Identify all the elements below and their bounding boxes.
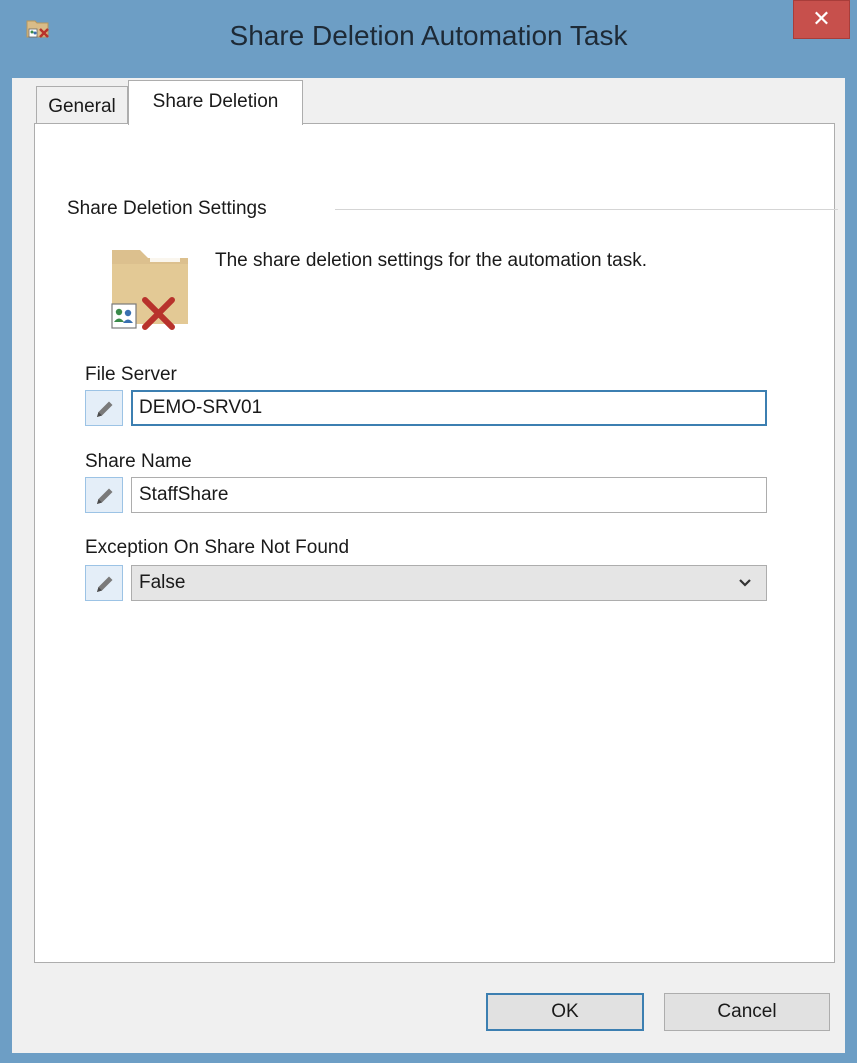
share-name-field[interactable]: StaffShare [131, 477, 767, 513]
cancel-button[interactable]: Cancel [664, 993, 830, 1031]
share-name-edit-button[interactable] [85, 477, 123, 513]
close-button[interactable]: ✕ [793, 0, 850, 39]
file-server-edit-button[interactable] [85, 390, 123, 426]
group-divider [335, 209, 838, 210]
chevron-down-icon [739, 579, 751, 587]
exception-on-share-not-found-select[interactable]: False [131, 565, 767, 601]
tab-share-deletion[interactable]: Share Deletion [128, 80, 303, 125]
tab-panel: Share Deletion Settings The share deleti… [34, 123, 838, 963]
file-server-field[interactable]: DEMO-SRV01 [131, 390, 767, 426]
dialog-window: Share Deletion Automation Task ✕ General… [0, 0, 857, 1063]
share-name-label: Share Name [85, 451, 192, 472]
pencil-icon [97, 401, 113, 417]
exception-on-share-not-found-label: Exception On Share Not Found [85, 537, 350, 558]
group-description: The share deletion settings for the auto… [215, 250, 647, 271]
ok-button[interactable]: OK [486, 993, 644, 1031]
file-server-label: File Server [85, 364, 177, 385]
tab-general[interactable]: General [36, 86, 128, 124]
folder-delete-icon [111, 248, 188, 330]
title-bar[interactable]: Share Deletion Automation Task ✕ [0, 0, 857, 78]
exception-edit-button[interactable] [85, 565, 123, 601]
pencil-icon [97, 488, 113, 504]
window-title: Share Deletion Automation Task [229, 20, 628, 51]
dialog-client-area: General Share Deletion Share Deletion Se… [12, 78, 845, 1053]
exception-select-value: False [139, 572, 186, 593]
pencil-icon [97, 576, 113, 592]
group-title: Share Deletion Settings [67, 198, 267, 220]
